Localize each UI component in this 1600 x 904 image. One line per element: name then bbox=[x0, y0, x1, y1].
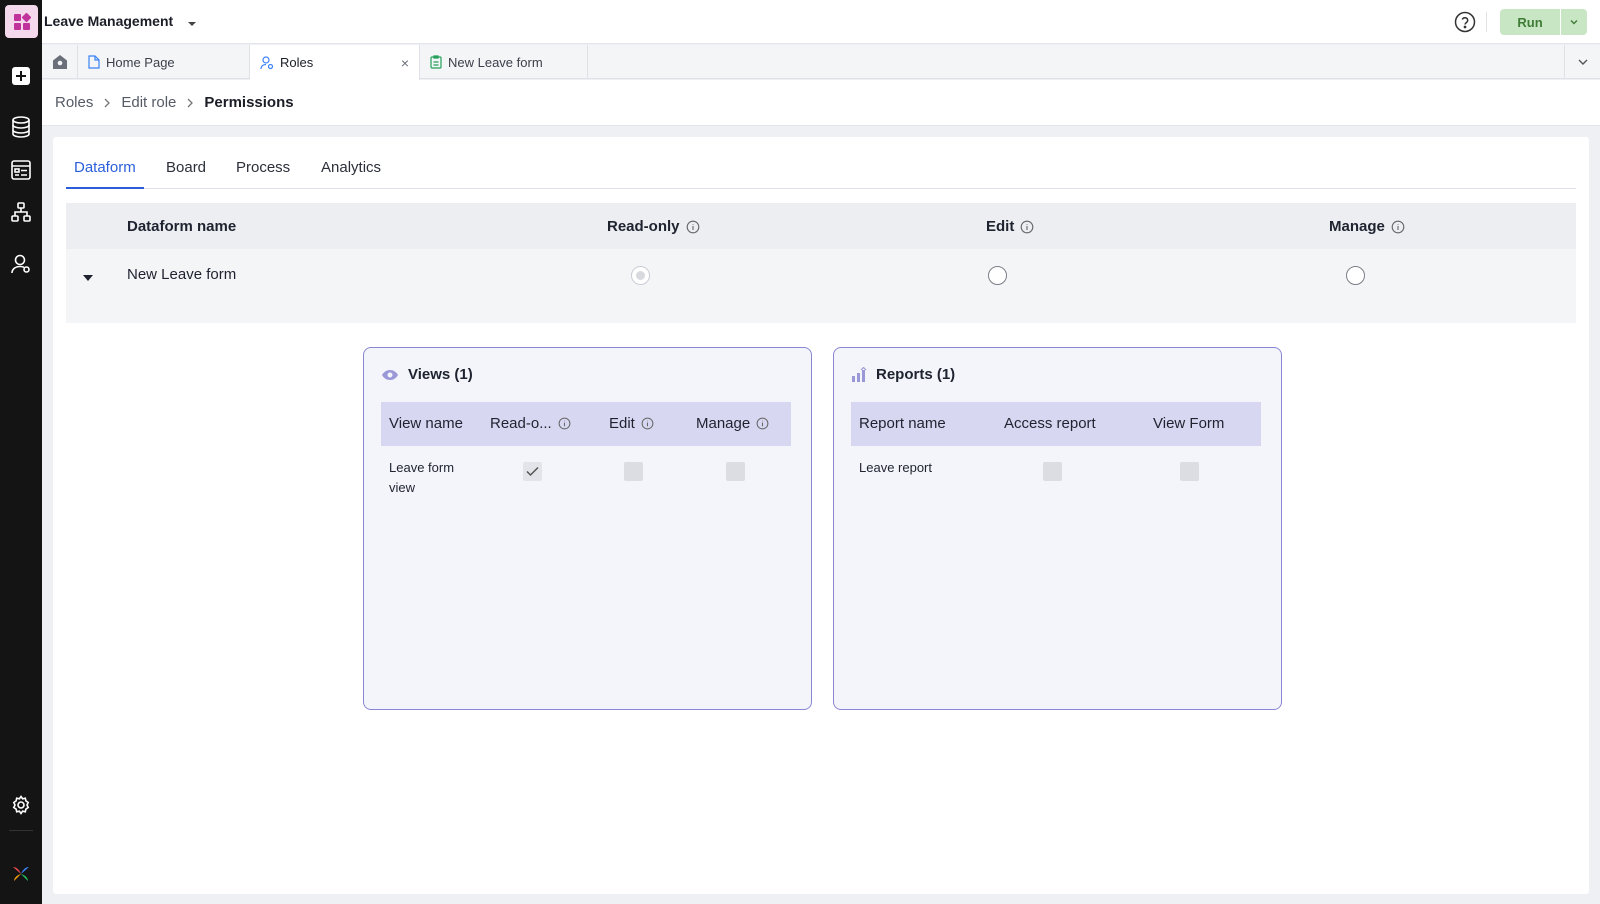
reports-table-header: Report name Access report View Form bbox=[851, 402, 1261, 446]
reports-card-title: Reports (1) bbox=[851, 366, 955, 383]
column-header-dataform-name: Dataform name bbox=[127, 218, 237, 235]
check-icon bbox=[526, 466, 539, 477]
info-icon[interactable] bbox=[1391, 220, 1405, 234]
permission-tabs: Dataform Board Process Analytics bbox=[66, 157, 1576, 189]
breadcrumb-roles[interactable]: Roles bbox=[55, 94, 93, 111]
read-only-radio[interactable] bbox=[631, 266, 650, 285]
close-icon[interactable]: × bbox=[401, 55, 409, 71]
dataform-permissions-table: Dataform name Read-only Edit Manage New … bbox=[66, 203, 1576, 323]
tab-label: Home Page bbox=[106, 54, 175, 70]
manage-radio[interactable] bbox=[1346, 266, 1365, 285]
views-card: Views (1) View name Read-o... Edit Manag… bbox=[363, 347, 812, 710]
edit-radio[interactable] bbox=[988, 266, 1007, 285]
report-name-cell: Leave report bbox=[859, 460, 932, 475]
tabs-overflow-chevron-icon[interactable] bbox=[1564, 45, 1600, 79]
table-header: Dataform name Read-only Edit Manage bbox=[66, 203, 1576, 249]
topbar-separator bbox=[1486, 12, 1487, 32]
breadcrumb: Roles Edit role Permissions bbox=[55, 94, 294, 111]
tab-label: Roles bbox=[280, 55, 314, 70]
breadcrumb-bar: Roles Edit role Permissions bbox=[42, 80, 1600, 126]
run-button[interactable]: Run bbox=[1500, 9, 1560, 35]
dataform-name-cell: New Leave form bbox=[127, 266, 237, 283]
chevron-down-icon[interactable] bbox=[187, 16, 197, 34]
views-card-title: Views (1) bbox=[381, 366, 473, 383]
app-title[interactable]: Leave Management bbox=[44, 13, 173, 29]
form-icon bbox=[430, 55, 442, 69]
column-header-edit: Edit bbox=[609, 415, 654, 432]
view-form-checkbox[interactable] bbox=[1180, 462, 1199, 481]
tab-new-leave-form[interactable]: New Leave form bbox=[420, 45, 588, 79]
rail-divider bbox=[9, 830, 33, 831]
brand-logo-icon bbox=[0, 858, 42, 890]
run-options-chevron-icon[interactable] bbox=[1561, 9, 1587, 35]
views-table-header: View name Read-o... Edit Manage bbox=[381, 402, 791, 446]
column-header-read-only: Read-only bbox=[607, 218, 700, 235]
tab-analytics[interactable]: Analytics bbox=[313, 159, 389, 189]
info-icon[interactable] bbox=[686, 220, 700, 234]
column-header-view-name: View name bbox=[389, 415, 463, 432]
tab-home-page[interactable]: Home Page bbox=[78, 45, 250, 79]
view-read-only-checkbox[interactable] bbox=[523, 462, 542, 481]
home-icon bbox=[52, 55, 67, 69]
tab-board[interactable]: Board bbox=[158, 159, 214, 189]
view-name-cell: Leave form view bbox=[389, 460, 455, 495]
breadcrumb-edit-role[interactable]: Edit role bbox=[121, 94, 176, 111]
tab-label: New Leave form bbox=[448, 54, 543, 70]
top-bar: Leave Management Run bbox=[42, 0, 1600, 44]
chevron-right-icon bbox=[186, 98, 194, 108]
tab-roles[interactable]: Roles × bbox=[250, 45, 420, 80]
bar-chart-icon bbox=[851, 366, 867, 383]
info-icon[interactable] bbox=[558, 417, 571, 430]
home-tab[interactable] bbox=[42, 45, 78, 79]
caret-down-icon[interactable] bbox=[82, 270, 94, 288]
column-header-manage: Manage bbox=[1329, 218, 1405, 235]
breadcrumb-permissions: Permissions bbox=[204, 94, 294, 111]
reports-card: Reports (1) Report name Access report Vi… bbox=[833, 347, 1282, 710]
forms-icon[interactable] bbox=[0, 154, 42, 186]
tab-bar: Home Page Roles × New Leave form bbox=[42, 45, 1600, 80]
permissions-panel: Dataform Board Process Analytics Datafor… bbox=[53, 137, 1589, 894]
add-icon[interactable] bbox=[0, 60, 42, 92]
user-roles-icon[interactable] bbox=[0, 248, 42, 280]
column-header-manage: Manage bbox=[696, 415, 769, 432]
column-header-access-report: Access report bbox=[1004, 415, 1096, 432]
workflow-icon[interactable] bbox=[0, 196, 42, 228]
view-edit-checkbox[interactable] bbox=[624, 462, 643, 481]
column-header-report-name: Report name bbox=[859, 415, 946, 432]
access-report-checkbox[interactable] bbox=[1043, 462, 1062, 481]
chevron-right-icon bbox=[103, 98, 111, 108]
info-icon[interactable] bbox=[1020, 220, 1034, 234]
settings-icon[interactable] bbox=[0, 789, 42, 821]
database-icon[interactable] bbox=[0, 111, 42, 143]
view-manage-checkbox[interactable] bbox=[726, 462, 745, 481]
column-header-view-form: View Form bbox=[1153, 415, 1225, 432]
column-header-read-only: Read-o... bbox=[490, 415, 571, 432]
left-rail bbox=[0, 0, 42, 904]
help-icon[interactable] bbox=[1454, 11, 1476, 38]
roles-icon bbox=[260, 55, 274, 70]
tab-dataform[interactable]: Dataform bbox=[66, 159, 144, 189]
column-header-edit: Edit bbox=[986, 218, 1034, 235]
eye-icon bbox=[381, 369, 399, 381]
app-logo-icon[interactable] bbox=[5, 5, 38, 38]
info-icon[interactable] bbox=[641, 417, 654, 430]
tab-process[interactable]: Process bbox=[228, 159, 298, 189]
page-icon bbox=[88, 55, 100, 69]
info-icon[interactable] bbox=[756, 417, 769, 430]
